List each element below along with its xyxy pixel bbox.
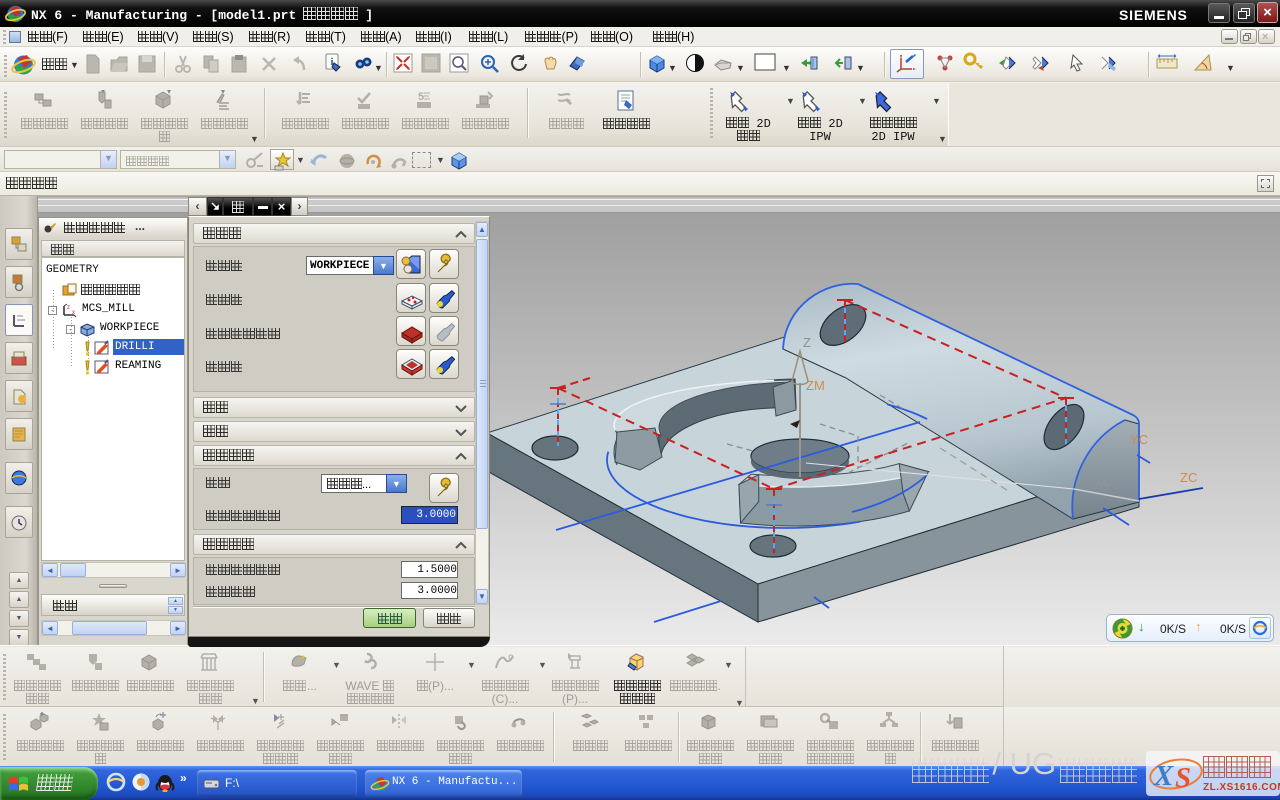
svg-text:Z: Z bbox=[803, 335, 811, 350]
svg-text:ZC: ZC bbox=[1180, 470, 1197, 485]
svg-text:ZM: ZM bbox=[806, 378, 825, 393]
svg-text:YC: YC bbox=[1130, 432, 1148, 447]
svg-text:z: z bbox=[67, 305, 70, 311]
svg-text:XC: XC bbox=[1094, 474, 1112, 489]
svg-text:S: S bbox=[1175, 762, 1191, 794]
svg-text:X: X bbox=[1153, 760, 1174, 792]
svg-text:5: 5 bbox=[418, 91, 424, 103]
svg-text:x: x bbox=[72, 310, 75, 316]
